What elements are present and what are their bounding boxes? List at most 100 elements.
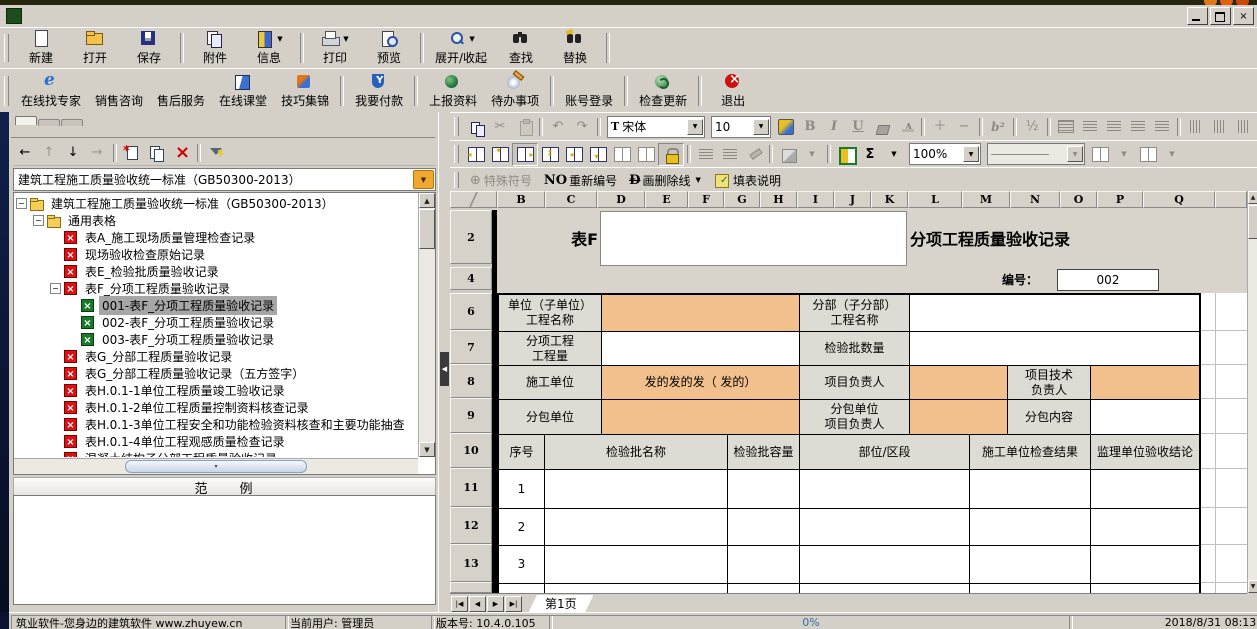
insert-row-bottom-button[interactable] [586,144,610,165]
form-cell-input[interactable] [910,295,1199,332]
column-header[interactable]: N [1010,191,1060,208]
picture-dropdown-button[interactable]: ▼ [800,144,824,165]
border-grid-dropdown[interactable]: ▼ [1160,144,1184,165]
toolbar-button[interactable]: 附件 [188,28,242,68]
tree-item[interactable]: 表H.0.1-1单位工程质量竣工验收记录 [50,382,288,399]
tree-item[interactable]: 表E_检验批质量验收记录 [50,263,222,280]
collapse-panel-button[interactable]: ◀ [440,352,449,386]
tree-item[interactable]: 表A_施工现场质量管理检查记录 [50,229,258,246]
form-column-header[interactable]: 检验批容量 [728,435,800,470]
fraction-button[interactable]: ½ [1020,116,1044,137]
form-cell-input[interactable] [602,332,800,366]
column-header[interactable]: D [597,191,645,208]
color-table-button[interactable] [834,144,858,165]
tree-item[interactable]: 表H.0.1-4单位工程观感质量检查记录 [50,433,288,450]
toolbar-drag-handle[interactable] [4,76,9,107]
align-justify-button[interactable] [1150,116,1174,137]
form-cell-input[interactable] [1091,366,1199,400]
column-header[interactable]: Q [1143,191,1215,208]
dropdown-arrow-icon[interactable]: ▼ [343,35,348,43]
form-column-header[interactable]: 检验批名称 [545,435,728,470]
sheet-tab[interactable]: 第1页 [528,595,594,613]
row-spacing-button[interactable] [694,144,718,165]
row-header[interactable]: 10 [450,433,492,468]
close-button[interactable]: × [1233,7,1254,25]
scroll-down-icon[interactable]: ▼ [419,442,435,457]
menu-item[interactable] [48,14,66,18]
strike-line-button[interactable]: Đ 画删除线 ▼ [623,172,707,189]
scrollbar-thumb[interactable]: ▾ [125,460,307,473]
last-sheet-button[interactable]: ▶| [505,596,522,612]
vertical-align-bottom-button[interactable] [1232,116,1256,137]
sum-dropdown-button[interactable]: ▼ [882,144,906,165]
catalog-tab[interactable] [15,116,37,125]
menu-item[interactable] [102,14,120,18]
select-all-corner[interactable] [450,191,497,208]
copy-table-button[interactable] [145,142,169,163]
font-color-button[interactable] [894,116,918,137]
scroll-up-icon[interactable]: ▲ [419,193,435,208]
down-arrow-button[interactable]: ↓ [61,142,85,163]
column-header[interactable]: E [645,191,688,208]
dropdown-button[interactable]: ▼ [1067,146,1083,162]
copy-page-button[interactable] [610,144,634,165]
form-cell-input[interactable] [970,509,1091,546]
form-cell-input[interactable] [602,295,800,332]
form-column-header[interactable]: 监理单位验收结论 [1091,435,1199,470]
align-block-button[interactable] [1054,116,1078,137]
menu-item[interactable] [120,14,138,18]
menu-item[interactable] [66,14,84,18]
copy-button[interactable] [464,116,488,137]
row-header[interactable]: 13 [450,544,492,582]
redo-button[interactable]: ↷ [570,116,594,137]
menu-item[interactable] [138,14,156,18]
form-cell-input[interactable] [800,509,970,546]
scroll-up-icon[interactable]: ▲ [1248,191,1257,204]
column-header[interactable]: K [871,191,908,208]
form-number-label[interactable]: 编号： [1002,268,1038,291]
form-cell-input[interactable] [728,546,800,584]
menu-item[interactable] [192,14,210,18]
form-cell-label[interactable]: 施工单位 [499,366,602,400]
delete-table-button[interactable] [169,142,193,163]
tree-item[interactable]: 001-表F_分项工程质量验收记录 [67,297,277,314]
column-header[interactable]: O [1060,191,1097,208]
row-header[interactable] [450,582,492,593]
form-cell-label[interactable]: 分部（子分部） 工程名称 [800,295,910,332]
toolbar-drag-handle[interactable] [454,172,459,189]
form-cell-input[interactable] [970,584,1091,593]
form-number-value[interactable]: 002 [1057,269,1159,291]
column-header[interactable]: F [688,191,724,208]
bold-button[interactable]: B [798,116,822,137]
row-header[interactable]: 2 [450,210,492,264]
form-cell-label[interactable]: 检验批数量 [800,332,910,366]
align-right-button[interactable] [1126,116,1150,137]
restore-button[interactable] [1210,7,1231,25]
row-header[interactable]: 4 [450,267,492,290]
tree-item[interactable]: 通用表格 [33,212,119,229]
toolbar-button[interactable]: 保存 [122,28,176,68]
row-header[interactable]: 9 [450,398,492,433]
form-cell-seq[interactable]: 3 [499,546,545,584]
form-cell-seq[interactable]: 1 [499,470,545,509]
tree-item[interactable]: 003-表F_分项工程质量验收记录 [67,331,277,348]
sum-button[interactable]: Σ [858,144,882,165]
column-header[interactable]: J [834,191,871,208]
align-center-button[interactable] [1102,116,1126,137]
tree-item[interactable]: 建筑工程施工质量验收统一标准（GB50300-2013） [16,195,337,212]
column-header[interactable]: C [545,191,597,208]
toolbar-button[interactable]: ▼ 信息 [242,28,296,68]
superscript-button[interactable]: b² [986,116,1010,137]
vertical-align-center-button[interactable] [1208,116,1232,137]
form-title-prefix[interactable]: 表F [540,208,598,268]
insert-column-right-button[interactable] [512,143,538,166]
format-brush-button[interactable] [742,144,766,165]
toolbar-button[interactable]: 上报资料 [422,71,484,111]
form-cell-input[interactable] [728,584,800,593]
form-cell-input[interactable] [800,470,970,509]
tree-item-label[interactable]: 混凝土结构子分部工程质量验收记录 [82,449,280,457]
undo-button[interactable]: ↶ [546,116,570,137]
form-cell-input[interactable] [1091,470,1199,509]
align-left-button[interactable] [1078,116,1102,137]
minimize-button[interactable] [1187,7,1208,25]
